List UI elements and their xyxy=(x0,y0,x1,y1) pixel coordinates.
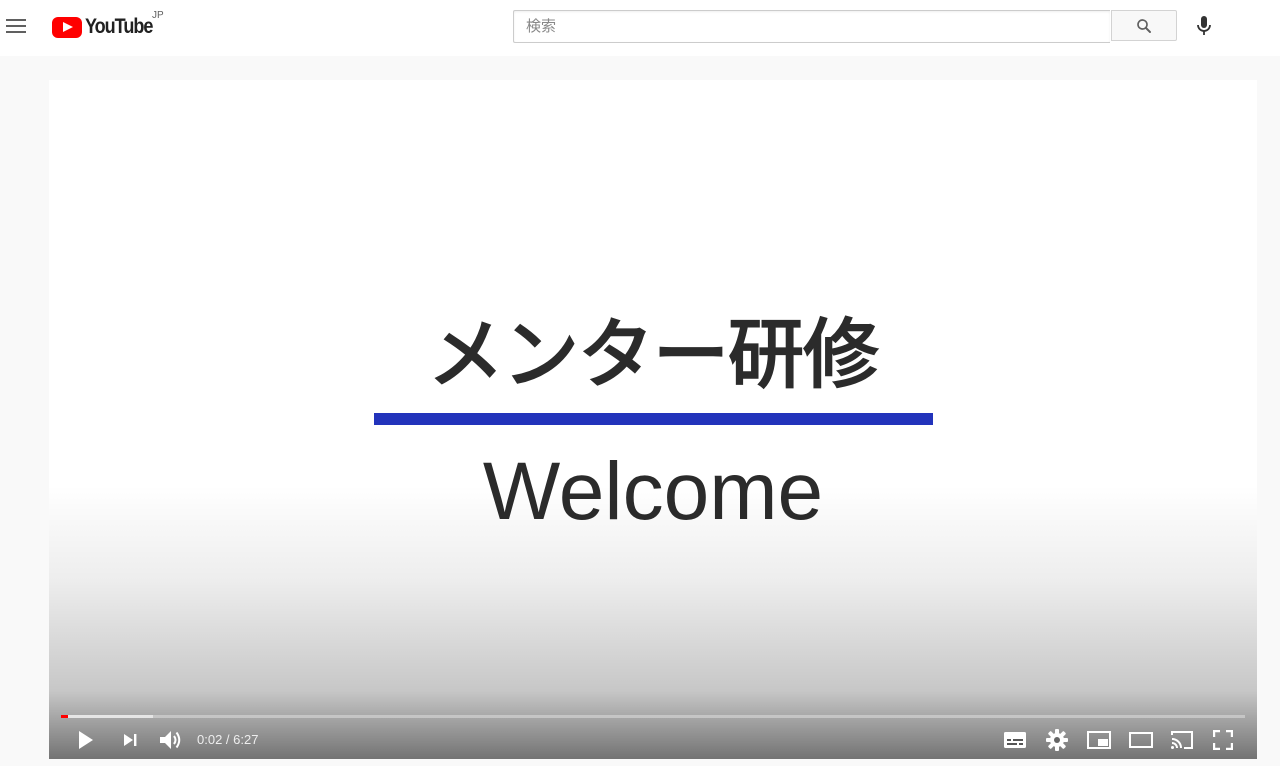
miniplayer-icon xyxy=(1087,730,1111,749)
video-player[interactable]: メンター研修 Welcome 0:02 / 6:27 xyxy=(49,80,1257,759)
logo-text: YouTube xyxy=(85,15,153,38)
settings-button[interactable] xyxy=(1037,720,1077,759)
search-box xyxy=(513,10,1110,43)
voice-search-button[interactable] xyxy=(1190,12,1218,40)
progress-bar[interactable] xyxy=(61,715,1245,718)
settings-icon xyxy=(1046,728,1068,751)
theater-mode-icon xyxy=(1129,731,1153,748)
slide-title: メンター研修 xyxy=(428,310,879,399)
time-display: 0:02 / 6:27 xyxy=(197,732,259,747)
search-icon xyxy=(1137,18,1151,33)
volume-icon xyxy=(160,730,181,749)
country-code: JP xyxy=(152,10,164,21)
subtitles-button[interactable] xyxy=(995,720,1035,759)
next-icon xyxy=(124,733,137,746)
slide-divider xyxy=(374,413,933,425)
microphone-icon xyxy=(1197,16,1211,35)
masthead: YouTube JP xyxy=(0,0,1280,56)
progress-buffered xyxy=(61,715,154,718)
theater-mode-button[interactable] xyxy=(1121,720,1161,759)
volume-button[interactable] xyxy=(151,720,191,759)
youtube-play-logo-icon xyxy=(52,16,82,38)
search-input[interactable] xyxy=(514,11,1106,40)
player-controls: 0:02 / 6:27 xyxy=(49,720,1257,759)
play-icon xyxy=(79,730,93,749)
miniplayer-button[interactable] xyxy=(1079,720,1119,759)
hamburger-menu-icon[interactable] xyxy=(4,10,28,42)
subtitles-icon xyxy=(1004,731,1026,748)
youtube-logo[interactable]: YouTube xyxy=(52,14,163,40)
play-button[interactable] xyxy=(66,720,106,759)
slide-subtitle: Welcome xyxy=(482,446,824,537)
fullscreen-button[interactable] xyxy=(1203,720,1243,759)
fullscreen-icon xyxy=(1213,729,1233,750)
cast-button[interactable] xyxy=(1162,720,1202,759)
next-button[interactable] xyxy=(110,720,150,759)
progress-played xyxy=(61,715,69,718)
cast-icon xyxy=(1171,730,1193,749)
search-button[interactable] xyxy=(1111,10,1177,41)
